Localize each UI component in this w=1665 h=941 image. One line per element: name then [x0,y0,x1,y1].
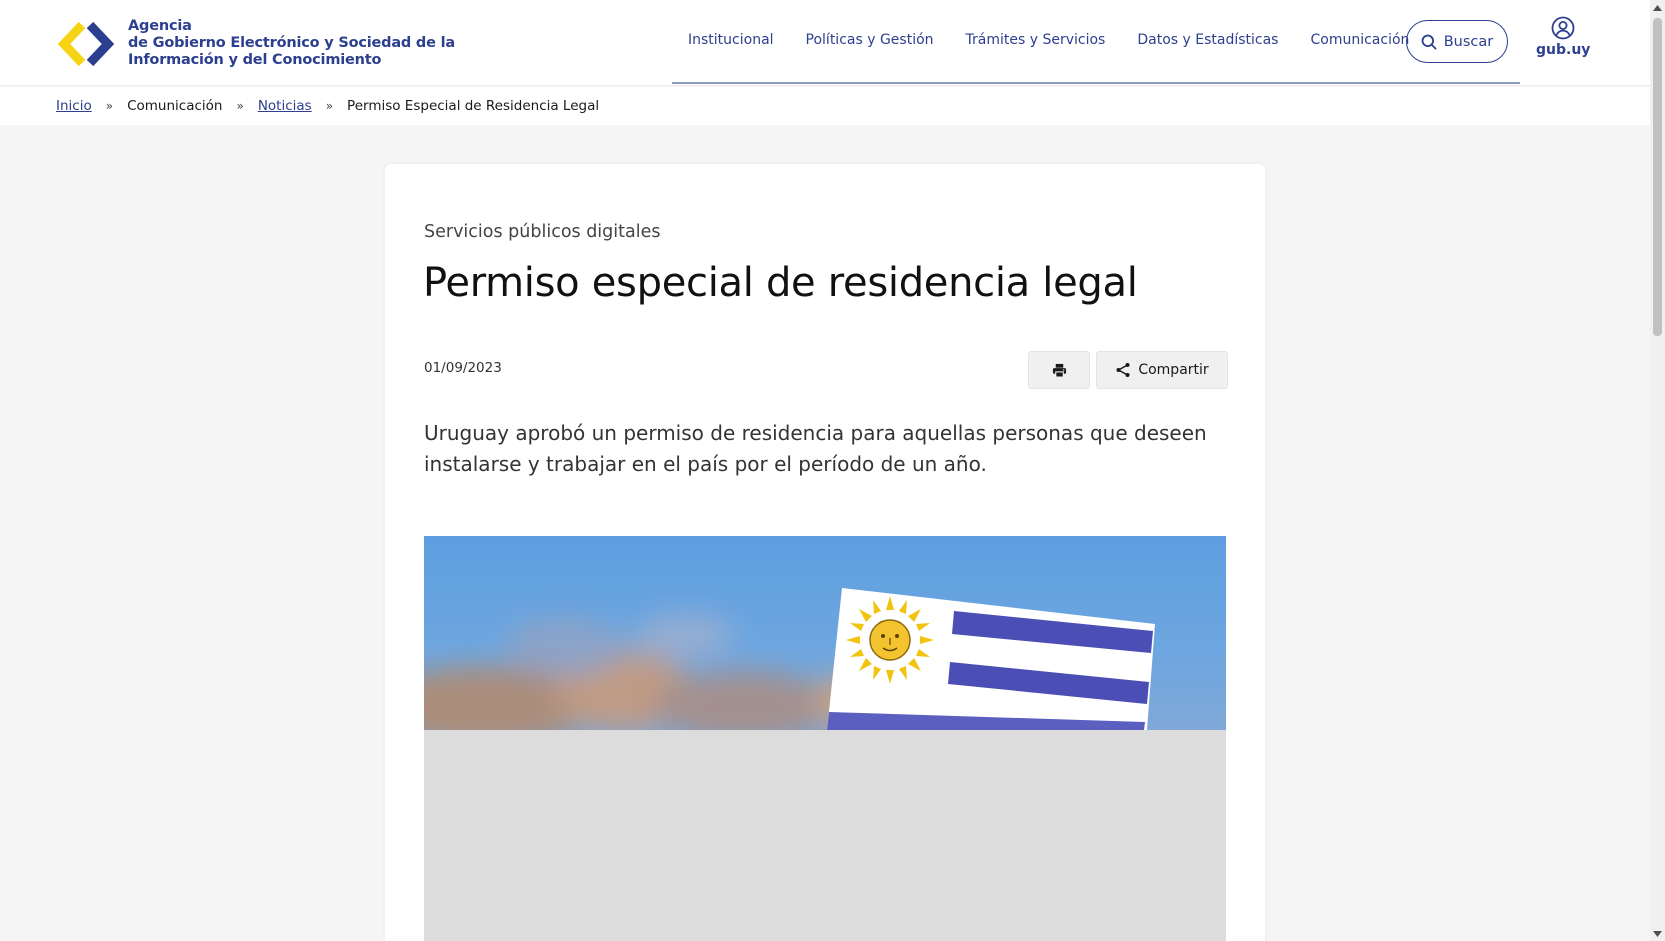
share-label: Compartir [1138,362,1209,378]
page-scrollbar[interactable] [1650,0,1665,941]
article-card: Servicios públicos digitales Permiso esp… [385,164,1265,941]
article-lead: Uruguay aprobó un permiso de residencia … [424,421,1207,476]
article-date: 01/09/2023 [424,360,502,376]
breadcrumb-inicio[interactable]: Inicio [56,98,92,114]
article-title: Permiso especial de residencia legal [423,260,1138,306]
site-header: Agencia de Gobierno Electrónico y Socied… [0,0,1650,86]
scrollbar-thumb[interactable] [1653,18,1662,336]
share-button[interactable]: Compartir [1096,351,1228,389]
print-button[interactable] [1028,351,1090,389]
nav-comunicacion[interactable]: Comunicación [1310,32,1409,48]
print-icon [1052,363,1066,378]
breadcrumb-comunicacion: Comunicación [127,98,223,114]
scroll-down-arrow-icon[interactable] [1650,926,1665,941]
uruguay-flag-photo [424,536,1226,730]
article-category: Servicios públicos digitales [424,222,661,242]
logo-line-2: de Gobierno Electrónico y Sociedad de la [128,35,455,51]
breadcrumb-current: Permiso Especial de Residencia Legal [347,98,600,114]
agesic-logo[interactable]: Agencia de Gobierno Electrónico y Socied… [58,18,455,69]
breadcrumb-separator: » [325,99,334,113]
search-icon [1421,34,1437,50]
logo-text: Agencia de Gobierno Electrónico y Socied… [128,18,455,69]
breadcrumb-separator: » [105,99,114,113]
search-label: Buscar [1443,33,1494,50]
logo-line-1: Agencia [128,18,192,34]
user-icon [1551,16,1575,40]
breadcrumb: Inicio » Comunicación » Noticias » Permi… [0,87,1650,125]
scroll-up-arrow-icon[interactable] [1650,0,1665,15]
search-button[interactable]: Buscar [1406,20,1508,63]
gub-uy-link[interactable]: gub.uy [1536,16,1590,58]
nav-datos-estadisticas[interactable]: Datos y Estadísticas [1137,32,1278,48]
article-image [424,536,1226,941]
breadcrumb-separator: » [236,99,244,113]
gub-uy-label: gub.uy [1536,42,1591,58]
nav-tramites-servicios[interactable]: Trámites y Servicios [966,32,1106,48]
main-nav: Institucional Políticas y Gestión Trámit… [672,0,1520,84]
breadcrumb-noticias[interactable]: Noticias [258,98,312,114]
share-icon [1116,363,1130,377]
nav-institucional[interactable]: Institucional [688,32,774,48]
nav-politicas-gestion[interactable]: Políticas y Gestión [806,32,934,48]
logo-line-3: Información y del Conocimiento [128,52,382,68]
logo-chevrons-icon [58,21,115,66]
